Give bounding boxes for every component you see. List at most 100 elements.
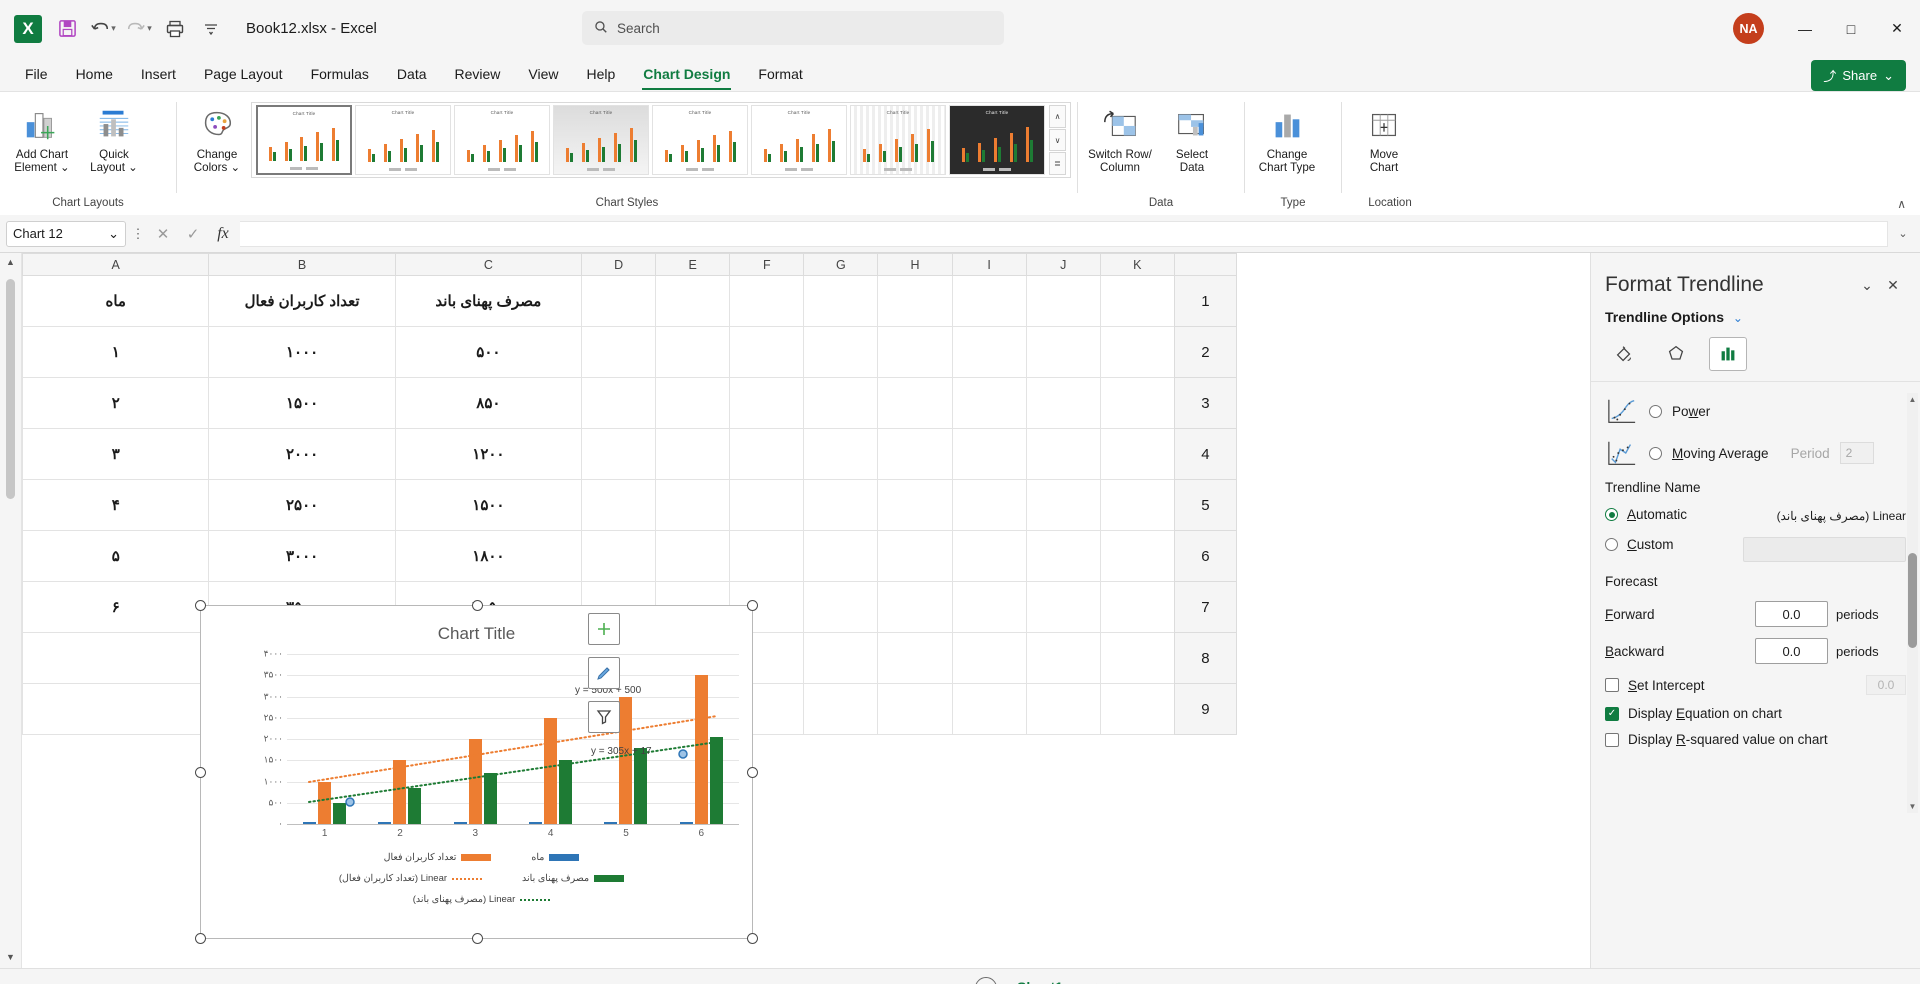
cell-J7[interactable] <box>1025 581 1101 633</box>
resize-handle-nw[interactable] <box>195 600 206 611</box>
forward-input[interactable]: 0.0 <box>1755 601 1828 627</box>
tab-chart-design[interactable]: Chart Design <box>630 61 743 90</box>
name-box[interactable]: Chart 12 ⌄ <box>6 220 126 247</box>
col-header-C[interactable]: C <box>394 253 583 276</box>
col-header-B[interactable]: B <box>208 253 396 276</box>
cell-J4[interactable] <box>1025 428 1101 480</box>
cell-K6[interactable] <box>1099 530 1175 582</box>
cell-C1[interactable]: مصرف پهنای باند <box>394 275 583 327</box>
cell-E1[interactable] <box>655 275 731 327</box>
display-rsquared-row[interactable]: Display R-squared value on chart <box>1605 732 1906 747</box>
cell-D3[interactable] <box>581 377 657 429</box>
cell-K4[interactable] <box>1099 428 1175 480</box>
close-button[interactable]: ✕ <box>1874 0 1920 57</box>
chart-filters-button[interactable] <box>588 701 620 733</box>
col-header-K[interactable]: K <box>1099 253 1175 276</box>
cell-A8[interactable] <box>22 632 210 684</box>
cell-H6[interactable] <box>877 530 953 582</box>
gallery-scroll-up[interactable]: ∧ <box>1049 105 1066 128</box>
row-header-3[interactable]: 3 <box>1173 377 1238 429</box>
row-header-6[interactable]: 6 <box>1173 530 1238 582</box>
scroll-down-arrow-icon[interactable]: ▼ <box>6 952 15 968</box>
col-header-J[interactable]: J <box>1025 253 1101 276</box>
custom-name-row[interactable]: Custom <box>1605 537 1906 562</box>
chart-style-thumb-2[interactable]: Chart Title <box>355 105 451 175</box>
cell-E2[interactable] <box>655 326 731 378</box>
scroll-up-arrow-icon[interactable]: ▲ <box>6 257 15 273</box>
row-header-5[interactable]: 5 <box>1173 479 1238 531</box>
legend-item-trendline-bandwidth[interactable]: Linear (مصرف پهنای باند) <box>413 894 551 905</box>
name-box-more-icon[interactable]: ⋮ <box>130 226 146 242</box>
resize-handle-ne[interactable] <box>747 600 758 611</box>
cell-C5[interactable]: ۱۵۰۰ <box>394 479 583 531</box>
cell-H8[interactable] <box>877 632 953 684</box>
tab-format[interactable]: Format <box>745 61 815 87</box>
col-header-H[interactable]: H <box>877 253 953 276</box>
cell-G3[interactable] <box>803 377 879 429</box>
resize-handle-se[interactable] <box>747 933 758 944</box>
cell-J3[interactable] <box>1025 377 1101 429</box>
col-header-F[interactable]: F <box>729 253 805 276</box>
trendline-options-tab[interactable] <box>1709 337 1747 371</box>
col-header-E[interactable]: E <box>655 253 731 276</box>
cell-I9[interactable] <box>951 683 1027 735</box>
cell-A3[interactable]: ۲ <box>22 377 210 429</box>
avatar[interactable]: NA <box>1733 13 1764 44</box>
cell-I4[interactable] <box>951 428 1027 480</box>
gallery-scroll[interactable]: ∧ ∨ ≣ <box>1049 105 1066 176</box>
panel-scroll-up-icon[interactable]: ▲ <box>1908 395 1917 404</box>
cell-F6[interactable] <box>729 530 805 582</box>
panel-scroll-down-icon[interactable]: ▼ <box>1908 802 1917 811</box>
cell-B4[interactable]: ۲۰۰۰ <box>208 428 396 480</box>
undo-caret-icon[interactable]: ▾ <box>111 23 116 34</box>
trendline-equation-bandwidth[interactable]: y = 305x + 17 <box>591 746 652 757</box>
cell-J6[interactable] <box>1025 530 1101 582</box>
set-intercept-row[interactable]: Set Intercept 0.0 <box>1605 675 1906 695</box>
resize-handle-e[interactable] <box>747 767 758 778</box>
cell-H4[interactable] <box>877 428 953 480</box>
col-header-A[interactable]: A <box>22 253 210 276</box>
move-chart-button[interactable]: Move Chart <box>1348 100 1420 176</box>
cell-J2[interactable] <box>1025 326 1101 378</box>
cell-I7[interactable] <box>951 581 1027 633</box>
insert-function-icon[interactable]: fx <box>210 225 236 243</box>
legend-item-mah[interactable]: ماه <box>531 852 580 863</box>
set-intercept-checkbox[interactable] <box>1605 678 1619 692</box>
automatic-radio[interactable] <box>1605 508 1618 521</box>
cell-H9[interactable] <box>877 683 953 735</box>
worksheet-grid[interactable]: K J I H G F E D C B A 1 مصرف پهنای باند … <box>22 253 1590 968</box>
cell-G1[interactable] <box>803 275 879 327</box>
cell-G5[interactable] <box>803 479 879 531</box>
cell-C2[interactable]: ۵۰۰ <box>394 326 583 378</box>
change-colors-button[interactable]: Change Colors ⌄ <box>183 100 251 176</box>
bar-group-6[interactable] <box>664 654 739 824</box>
bar-group-4[interactable] <box>513 654 588 824</box>
cell-F4[interactable] <box>729 428 805 480</box>
cell-B3[interactable]: ۱۵۰۰ <box>208 377 396 429</box>
cell-I1[interactable] <box>951 275 1027 327</box>
search-input[interactable]: Search <box>582 11 1004 45</box>
cell-K1[interactable] <box>1099 275 1175 327</box>
formula-input[interactable] <box>240 220 1888 247</box>
chart-title[interactable]: Chart Title <box>201 606 752 644</box>
select-data-button[interactable]: Select Data <box>1156 100 1228 176</box>
backward-input[interactable]: 0.0 <box>1755 638 1828 664</box>
chart-styles-button[interactable] <box>588 657 620 689</box>
cell-F5[interactable] <box>729 479 805 531</box>
tab-file[interactable]: File <box>12 61 61 87</box>
cell-D5[interactable] <box>581 479 657 531</box>
row-header-1[interactable]: 1 <box>1173 275 1238 327</box>
quick-layout-button[interactable]: Quick Layout ⌄ <box>78 100 150 176</box>
resize-handle-sw[interactable] <box>195 933 206 944</box>
resize-handle-s[interactable] <box>472 933 483 944</box>
power-option-row[interactable]: Power <box>1605 396 1906 426</box>
chart-style-thumb-4[interactable]: Chart Title <box>553 105 649 175</box>
col-header-G[interactable]: G <box>803 253 879 276</box>
chart-object[interactable]: Chart Title ۴۰۰۰ ۳۵۰۰ ۳۰۰۰ ۲۵۰۰ ۲۰۰۰ ۱۵۰… <box>195 600 758 944</box>
cell-A2[interactable]: ۱ <box>22 326 210 378</box>
chart-style-thumb-7[interactable]: Chart Title <box>850 105 946 175</box>
panel-scroll-thumb[interactable] <box>1908 553 1917 648</box>
chart-style-thumb-1[interactable]: Chart Title <box>256 105 352 175</box>
gallery-scroll-down[interactable]: ∨ <box>1049 128 1066 152</box>
display-equation-checkbox[interactable]: ✓ <box>1605 706 1619 721</box>
